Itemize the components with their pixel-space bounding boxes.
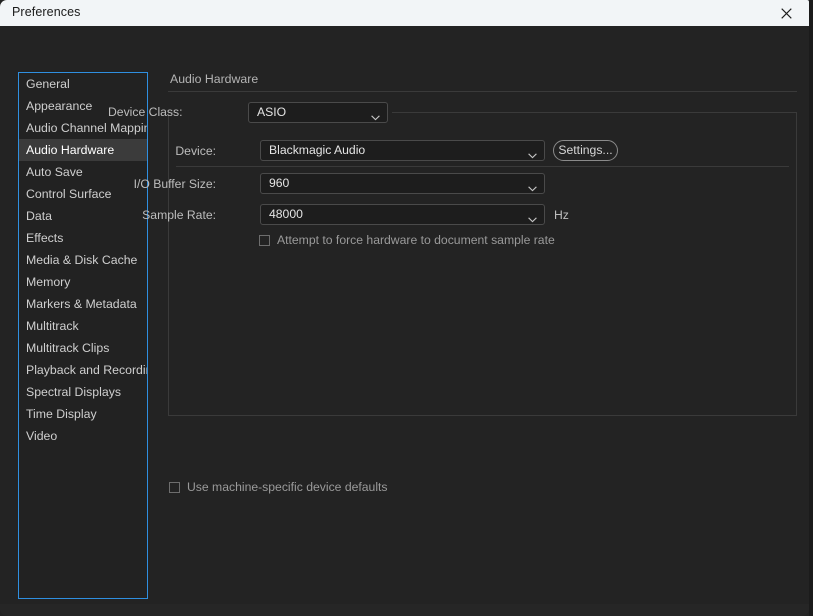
sidebar-item-video[interactable]: Video xyxy=(19,425,147,447)
machine-specific-defaults-checkbox[interactable]: Use machine-specific device defaults xyxy=(169,480,388,494)
device-class-dropdown[interactable]: ASIO xyxy=(248,102,388,123)
sidebar-item-multitrack[interactable]: Multitrack xyxy=(19,315,147,337)
window-right-edge xyxy=(809,0,813,616)
preferences-dialog: Preferences General Appearance Audio Cha… xyxy=(0,0,813,616)
checkbox-box xyxy=(169,481,180,493)
close-icon[interactable] xyxy=(763,0,809,26)
sidebar-item-media-disk-cache[interactable]: Media & Disk Cache xyxy=(19,249,147,271)
force-sample-rate-label: Attempt to force hardware to document sa… xyxy=(277,233,555,247)
preferences-category-list[interactable]: General Appearance Audio Channel Mapping… xyxy=(18,72,148,599)
sidebar-item-audio-hardware[interactable]: Audio Hardware xyxy=(19,139,147,161)
sample-rate-unit: Hz xyxy=(554,208,569,222)
io-buffer-size-dropdown[interactable]: 960 xyxy=(260,173,545,194)
sidebar-item-effects[interactable]: Effects xyxy=(19,227,147,249)
sidebar-item-markers-metadata[interactable]: Markers & Metadata xyxy=(19,293,147,315)
machine-specific-defaults-label: Use machine-specific device defaults xyxy=(187,480,388,494)
device-class-label: Device Class: xyxy=(108,105,183,119)
device-settings-button[interactable]: Settings... xyxy=(553,140,618,161)
chevron-down-icon xyxy=(528,146,537,164)
io-buffer-size-value: 960 xyxy=(269,176,290,190)
checkbox-box xyxy=(259,234,270,246)
device-dropdown[interactable]: Blackmagic Audio xyxy=(260,140,545,161)
window-bottom-edge xyxy=(0,604,809,616)
device-class-value: ASIO xyxy=(257,105,287,119)
sidebar-item-multitrack-clips[interactable]: Multitrack Clips xyxy=(19,337,147,359)
sidebar-item-time-display[interactable]: Time Display xyxy=(19,403,147,425)
io-buffer-size-label: I/O Buffer Size: xyxy=(133,177,216,191)
chevron-down-icon xyxy=(528,210,537,228)
sidebar-item-general[interactable]: General xyxy=(19,73,147,95)
device-row-divider xyxy=(176,166,789,167)
chevron-down-icon xyxy=(528,179,537,197)
sample-rate-label: Sample Rate: xyxy=(142,208,216,222)
page-title-divider xyxy=(168,91,797,92)
sidebar-item-playback-and-recording[interactable]: Playback and Recording xyxy=(19,359,147,381)
sample-rate-value: 48000 xyxy=(269,207,303,221)
device-value: Blackmagic Audio xyxy=(269,143,366,157)
sidebar-item-audio-channel-mapping[interactable]: Audio Channel Mapping xyxy=(19,117,147,139)
sidebar-item-control-surface[interactable]: Control Surface xyxy=(19,183,147,205)
page-title: Audio Hardware xyxy=(170,72,259,86)
device-label: Device: xyxy=(175,144,216,158)
sidebar-item-memory[interactable]: Memory xyxy=(19,271,147,293)
force-sample-rate-checkbox[interactable]: Attempt to force hardware to document sa… xyxy=(259,233,555,247)
window-titlebar: Preferences xyxy=(0,0,809,26)
dialog-body: General Appearance Audio Channel Mapping… xyxy=(0,26,809,616)
sidebar-item-data[interactable]: Data xyxy=(19,205,147,227)
chevron-down-icon xyxy=(371,108,380,126)
window-title: Preferences xyxy=(12,5,81,19)
sample-rate-dropdown[interactable]: 48000 xyxy=(260,204,545,225)
sidebar-item-spectral-displays[interactable]: Spectral Displays xyxy=(19,381,147,403)
sidebar-item-auto-save[interactable]: Auto Save xyxy=(19,161,147,183)
